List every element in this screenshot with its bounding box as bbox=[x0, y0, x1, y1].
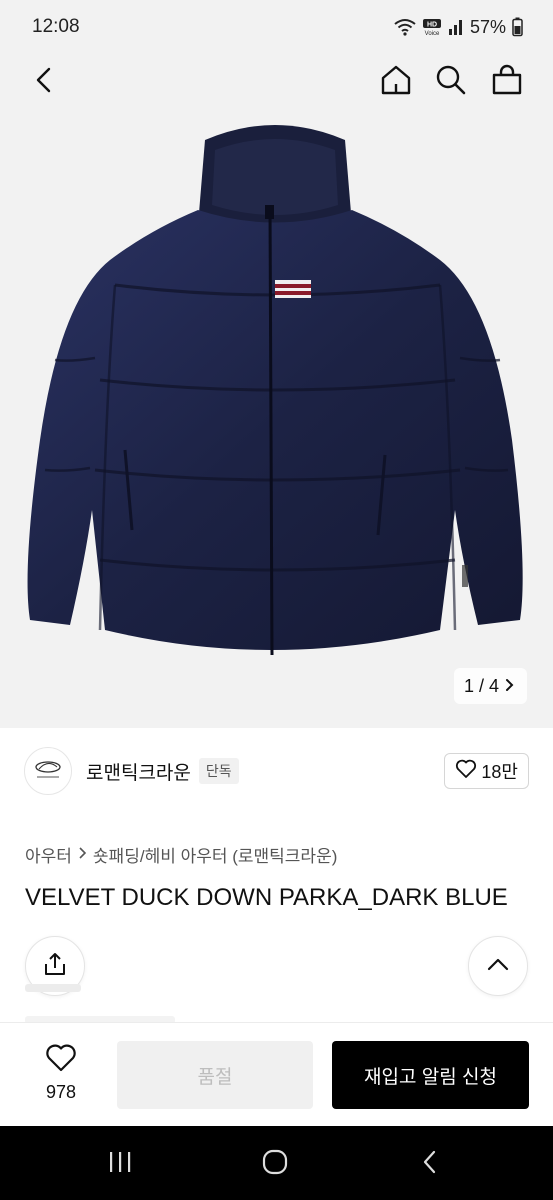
faded-content bbox=[25, 984, 81, 992]
search-button[interactable] bbox=[431, 62, 471, 102]
product-title: VELVET DUCK DOWN PARKA_DARK BLUE bbox=[25, 884, 508, 911]
wishlist-button[interactable]: 978 bbox=[30, 1043, 92, 1109]
cart-button[interactable] bbox=[487, 62, 527, 102]
image-counter-text: 1 / 4 bbox=[463, 675, 499, 696]
wishlist-count: 978 bbox=[45, 1082, 77, 1102]
breadcrumb: 아우터 숏패딩/헤비 아우터 (로맨틱크라운) bbox=[25, 842, 337, 867]
product-image-gallery[interactable]: 1 / 4 bbox=[0, 110, 553, 728]
restock-alert-button[interactable]: 재입고 알림 신청 bbox=[332, 1041, 529, 1109]
breadcrumb-subcategory[interactable]: 숏패딩/헤비 아우터 (로맨틱크라운) bbox=[93, 842, 337, 867]
svg-text:HD: HD bbox=[427, 22, 437, 29]
heart-icon bbox=[455, 759, 477, 784]
brand-like-button[interactable]: 18만 bbox=[444, 753, 529, 789]
recent-apps-icon bbox=[107, 1150, 133, 1179]
back-button[interactable] bbox=[24, 62, 64, 102]
heart-icon bbox=[45, 1043, 77, 1078]
chevron-right-icon bbox=[78, 845, 87, 865]
status-time: 12:08 bbox=[32, 16, 80, 37]
home-icon bbox=[380, 64, 412, 101]
svg-text:Voice: Voice bbox=[425, 31, 440, 37]
recent-apps-button[interactable] bbox=[100, 1148, 140, 1180]
bottom-action-bar: 978 품절 재입고 알림 신청 bbox=[0, 1022, 553, 1126]
status-icons: HD Voice 57% bbox=[394, 17, 523, 38]
chevron-right-icon bbox=[505, 676, 515, 697]
brand-like-count: 18만 bbox=[481, 762, 518, 782]
image-counter[interactable]: 1 / 4 bbox=[453, 668, 527, 704]
exclusive-badge: 단독 bbox=[198, 758, 239, 784]
app-header bbox=[0, 54, 553, 110]
signal-icon bbox=[448, 18, 464, 36]
battery-level: 57% bbox=[469, 16, 506, 37]
cart-icon bbox=[491, 64, 523, 101]
brand-row: 로맨틱크라운 단독 18만 bbox=[24, 746, 529, 796]
back-icon bbox=[34, 66, 54, 99]
soldout-button: 품절 bbox=[117, 1041, 313, 1109]
home-button[interactable] bbox=[376, 62, 416, 102]
battery-icon bbox=[512, 17, 523, 37]
brand-name[interactable]: 로맨틱크라운 bbox=[86, 758, 191, 785]
back-icon bbox=[422, 1149, 438, 1180]
share-icon bbox=[42, 951, 68, 982]
status-bar: 12:08 HD Voice 57% bbox=[0, 0, 553, 54]
wifi-icon bbox=[394, 18, 416, 36]
home-nav-button[interactable] bbox=[255, 1148, 295, 1180]
search-icon bbox=[435, 64, 467, 101]
brand-logo[interactable] bbox=[24, 747, 72, 795]
back-nav-button[interactable] bbox=[410, 1148, 450, 1180]
chevron-up-icon bbox=[486, 956, 510, 977]
scroll-top-button[interactable] bbox=[468, 936, 528, 996]
brand-logo-icon bbox=[31, 757, 65, 786]
home-circle-icon bbox=[261, 1148, 289, 1181]
hd-voice-icon: HD Voice bbox=[422, 17, 442, 37]
breadcrumb-category[interactable]: 아우터 bbox=[25, 842, 72, 867]
system-nav-bar bbox=[0, 1126, 553, 1200]
product-image bbox=[27, 125, 523, 656]
